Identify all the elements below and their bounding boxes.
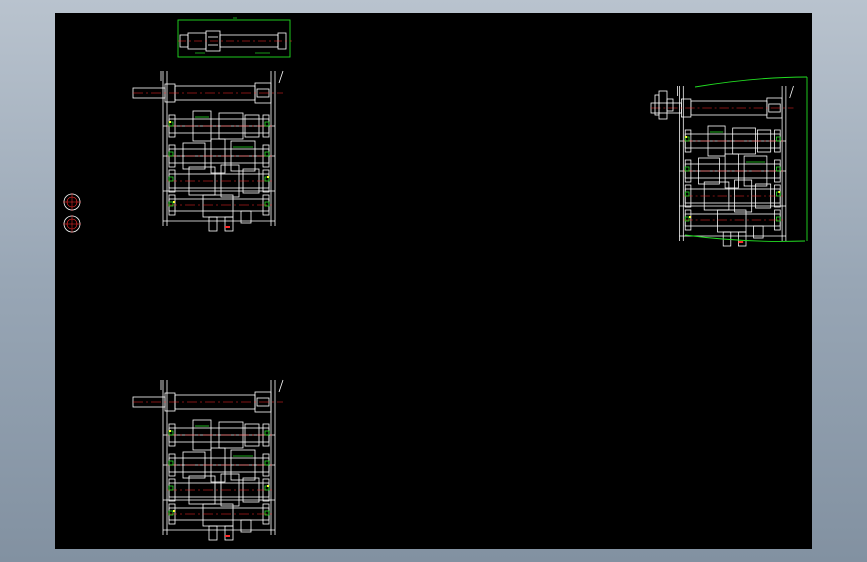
shaft-detail-top <box>177 17 292 58</box>
gear-symbol-upper <box>63 193 81 211</box>
gear-symbol-lower <box>63 215 81 233</box>
cad-drawing <box>63 17 808 541</box>
cad-viewport[interactable] <box>55 13 812 549</box>
assembly-view-bottom-left <box>132 379 284 541</box>
assembly-view-right <box>650 76 808 247</box>
assembly-view-top-left <box>132 70 284 232</box>
